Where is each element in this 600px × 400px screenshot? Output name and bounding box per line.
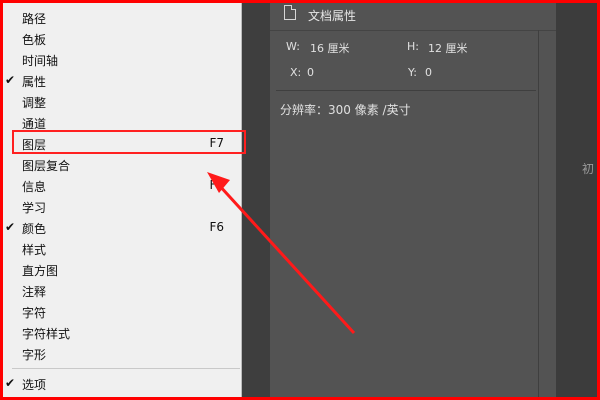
menu-item-label: 选项	[22, 378, 47, 392]
menu-item-14[interactable]: 字符	[0, 302, 240, 323]
x-value[interactable]: 0	[307, 66, 314, 79]
menu-separator	[12, 368, 240, 369]
menu-item-15[interactable]: 字符样式	[0, 323, 240, 344]
menu-item-label: 图层复合	[22, 159, 71, 173]
menu-item-label: 颜色	[22, 222, 47, 236]
x-label: X:	[290, 66, 302, 79]
height-value[interactable]: 12 厘米	[428, 40, 468, 56]
menu-item-3[interactable]: ✔ 属性	[0, 71, 240, 92]
check-icon: ✔	[5, 376, 16, 390]
check-icon: ✔	[5, 220, 16, 234]
menu-item-label: 信息	[22, 180, 47, 194]
menu-item-10[interactable]: ✔ 颜色 F6	[0, 218, 240, 239]
menu-item-label: 时间轴	[22, 54, 59, 68]
menu-item-12[interactable]: 直方图	[0, 260, 240, 281]
menu-item-label: 直方图	[22, 264, 59, 278]
menu-item-label: 字符样式	[22, 327, 71, 341]
right-panel	[556, 0, 600, 400]
menu-item-label: 调整	[22, 96, 47, 110]
panel-scroll-edge	[538, 30, 539, 400]
menu-item-1[interactable]: 色板	[0, 29, 240, 50]
menu-item-13[interactable]: 注释	[0, 281, 240, 302]
menu-item-label: 样式	[22, 243, 47, 257]
resolution-text: 分辨率：300 像素 /英寸	[280, 103, 411, 117]
check-icon: ✔	[5, 73, 16, 87]
window-menu: 路径 色板 时间轴 ✔ 属性 调整 通道 图层 F7 图层复合 信息 F8 学习 ✔ 颜色 F6 样式 直方图 注释…	[0, 0, 242, 400]
highlight-box	[12, 130, 246, 154]
panel-gutter	[242, 0, 270, 400]
menu-item-0[interactable]: 路径	[0, 8, 240, 29]
menu-item-label: 字符	[22, 306, 47, 320]
width-label: W:	[286, 40, 300, 53]
y-label: Y:	[408, 66, 417, 79]
panel-tab-title: 文档属性	[308, 9, 357, 23]
menu-item-label: 属性	[22, 75, 47, 89]
menu-item-11[interactable]: 样式	[0, 239, 240, 260]
document-icon	[284, 5, 296, 20]
menu-item-label: 色板	[22, 33, 47, 47]
menu-item-16[interactable]: 字形	[0, 344, 240, 365]
menu-item-label: 字形	[22, 348, 47, 362]
right-panel-label: 初	[582, 162, 595, 176]
menu-item-17[interactable]: ✔ 选项	[0, 374, 240, 395]
y-value[interactable]: 0	[425, 66, 432, 79]
width-value[interactable]: 16 厘米	[310, 40, 350, 56]
height-label: H:	[407, 40, 419, 53]
menu-item-8[interactable]: 信息 F8	[0, 176, 240, 197]
menu-item-label: 注释	[22, 285, 47, 299]
properties-panel: 文档属性 W: 16 厘米 H: 12 厘米 X: 0 Y: 0 分辨率：300…	[270, 0, 556, 400]
menu-item-2[interactable]: 时间轴	[0, 50, 240, 71]
menu-item-7[interactable]: 图层复合	[0, 155, 240, 176]
menu-item-label: 路径	[22, 12, 47, 26]
menu-item-label: 学习	[22, 201, 47, 215]
menu-item-4[interactable]: 调整	[0, 92, 240, 113]
menu-item-shortcut: F8	[209, 178, 224, 192]
menu-item-9[interactable]: 学习	[0, 197, 240, 218]
panel-tab-document-properties[interactable]: 文档属性	[270, 0, 556, 31]
panel-divider	[276, 90, 536, 91]
menu-item-shortcut: F6	[209, 220, 224, 234]
